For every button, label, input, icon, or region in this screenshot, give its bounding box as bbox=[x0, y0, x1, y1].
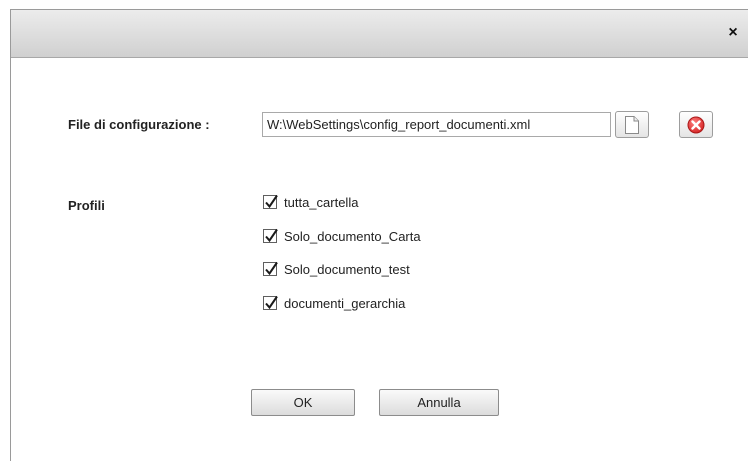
config-file-input[interactable] bbox=[262, 112, 611, 137]
checkmark-icon bbox=[265, 228, 278, 243]
dialog-titlebar: × bbox=[11, 10, 748, 58]
red-x-circle-icon bbox=[687, 116, 705, 133]
close-icon: × bbox=[728, 24, 738, 41]
profile-label: Solo_documento_test bbox=[284, 261, 410, 277]
config-file-label: File di configurazione : bbox=[68, 117, 210, 132]
profile-checkbox[interactable] bbox=[263, 194, 278, 209]
close-button[interactable]: × bbox=[725, 23, 741, 43]
clear-file-button[interactable] bbox=[679, 111, 713, 138]
profile-item[interactable]: Solo_documento_Carta bbox=[263, 226, 421, 246]
profile-item[interactable]: Solo_documento_test bbox=[263, 259, 410, 279]
profile-item[interactable]: tutta_cartella bbox=[263, 192, 358, 212]
profile-checkbox[interactable] bbox=[263, 261, 278, 276]
document-icon bbox=[625, 115, 639, 134]
profile-label: documenti_gerarchia bbox=[284, 295, 406, 311]
ok-button[interactable]: OK bbox=[251, 389, 355, 416]
profile-label: tutta_cartella bbox=[284, 194, 359, 210]
cancel-button[interactable]: Annulla bbox=[379, 389, 499, 416]
checkmark-icon bbox=[265, 295, 278, 310]
new-file-button[interactable] bbox=[615, 111, 649, 138]
profile-checkbox[interactable] bbox=[263, 228, 278, 243]
checkmark-icon bbox=[265, 261, 278, 276]
profile-label: Solo_documento_Carta bbox=[284, 228, 421, 244]
profiles-label: Profili bbox=[68, 198, 105, 213]
profile-checkbox[interactable] bbox=[263, 295, 278, 310]
checkmark-icon bbox=[265, 194, 278, 209]
profile-item[interactable]: documenti_gerarchia bbox=[263, 293, 405, 313]
